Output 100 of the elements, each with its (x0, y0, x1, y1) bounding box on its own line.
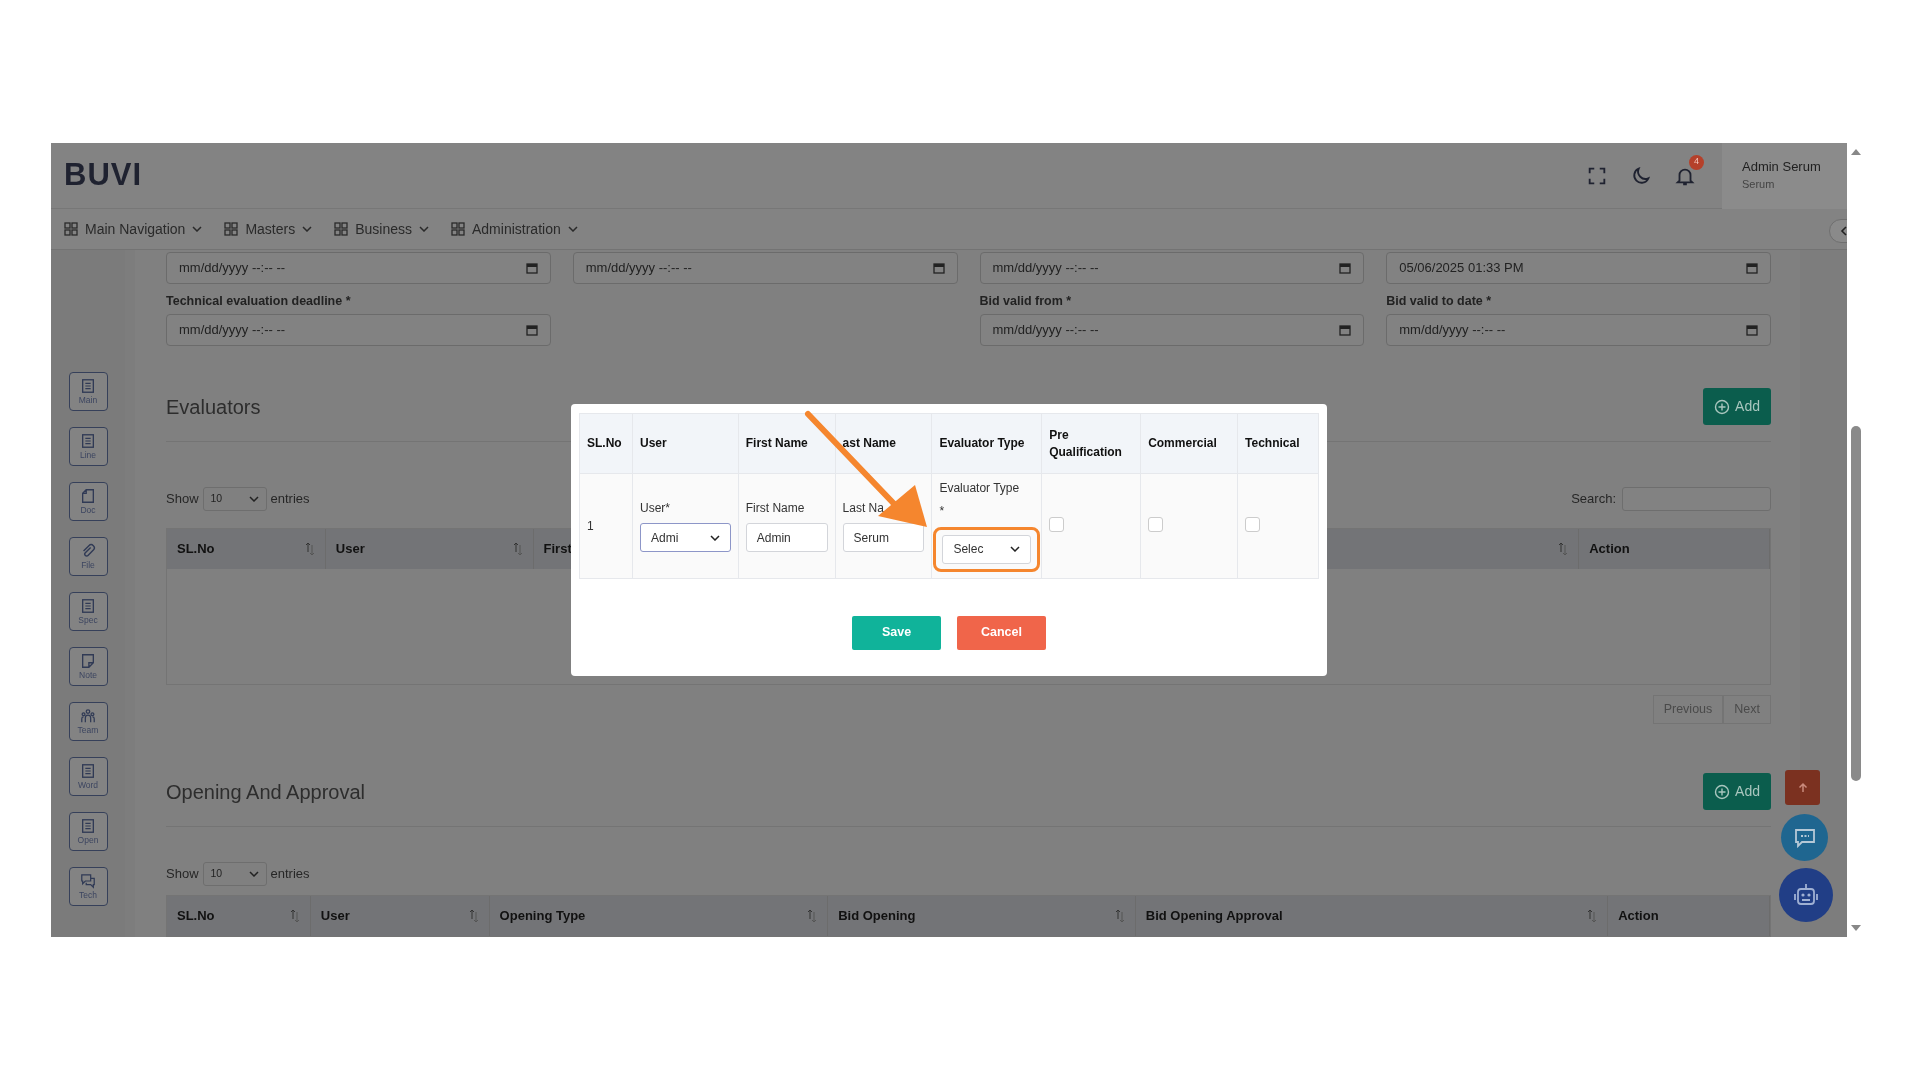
cancel-button[interactable]: Cancel (957, 615, 1046, 650)
field-label: Last Na (842, 499, 885, 517)
calendar-icon (525, 324, 538, 336)
chat-icon (80, 873, 96, 890)
select-field[interactable]: Admi (639, 523, 731, 553)
column-header: Commercial (1140, 413, 1238, 474)
calendar-icon (1339, 262, 1352, 274)
logo: BUVI (64, 156, 143, 195)
save-button[interactable]: Save (852, 615, 941, 650)
entries-select[interactable]: 10 (202, 862, 267, 886)
nav-menu-item[interactable]: Masters (224, 218, 313, 240)
field-label: User* (639, 499, 671, 517)
sort-icon (304, 542, 315, 556)
add-button[interactable]: Add (1703, 388, 1771, 425)
sort-icon (289, 909, 300, 923)
chevron-down-icon (192, 226, 203, 232)
note-icon (80, 653, 96, 670)
column-header: Pre Qualification (1041, 413, 1141, 474)
sidebar-button[interactable]: Spec (68, 592, 108, 631)
sidebar-button[interactable]: Tech (68, 867, 108, 906)
sidebar-button[interactable]: File (68, 537, 108, 576)
document-icon (80, 818, 96, 835)
column-header: Evaluator Type (931, 413, 1042, 474)
search-label: Search: (1571, 490, 1616, 509)
column-header[interactable]: Bid Opening Approval (1135, 896, 1609, 936)
column-header[interactable]: SL.No (167, 529, 326, 569)
nav-menu-item[interactable]: Administration (451, 218, 578, 240)
document-icon (80, 598, 96, 615)
sort-icon (512, 542, 523, 556)
chevron-down-icon (419, 226, 429, 232)
document-icon (80, 433, 96, 450)
chevron-down-icon (1010, 546, 1021, 553)
date-field[interactable]: mm/dd/yyyy --:-- -- (572, 252, 958, 284)
moon-icon[interactable] (1630, 164, 1652, 187)
table-cell: 1 (579, 473, 633, 579)
sidebar-button[interactable]: Main (68, 372, 108, 411)
select-field[interactable]: Selec (942, 534, 1032, 564)
plus-circle-icon (1714, 398, 1731, 415)
scroll-top-button[interactable] (1785, 770, 1820, 805)
chevron-down-icon (709, 534, 720, 541)
column-header: ast Name (835, 413, 932, 474)
chevron-down-icon (302, 226, 313, 232)
input-field[interactable]: Admin (745, 523, 828, 553)
sidebar-button[interactable]: Word (68, 757, 108, 796)
calendar-icon (1339, 324, 1352, 336)
column-header: SL.No (579, 413, 633, 474)
sort-icon (468, 909, 479, 923)
column-header[interactable]: User (310, 896, 490, 936)
column-header: First Name (738, 413, 836, 474)
entries-select[interactable]: 10 (202, 487, 267, 511)
document-icon (80, 378, 96, 395)
chat-icon (1793, 827, 1816, 848)
section-title: Evaluators (166, 394, 261, 420)
grid-icon (334, 222, 349, 236)
grid-icon (64, 222, 78, 236)
sidebar-button[interactable]: Team (68, 702, 108, 741)
checkbox[interactable] (1148, 516, 1164, 532)
show-label: Show (166, 490, 199, 509)
required-mark: * (939, 503, 946, 521)
column-header: User (632, 413, 739, 474)
chevron-down-icon (248, 496, 259, 502)
sidebar-button[interactable]: Note (68, 647, 108, 686)
nav-menu-item[interactable]: Business (334, 218, 429, 240)
grid-icon (451, 222, 465, 236)
input-field[interactable]: Serum (842, 523, 925, 553)
sort-icon (1587, 909, 1598, 923)
date-field[interactable]: 05/06/2025 01:33 PM (1386, 252, 1771, 284)
section-title: Opening And Approval (166, 779, 366, 805)
column-header[interactable]: Bid Opening (828, 896, 1136, 936)
checkbox[interactable] (1245, 516, 1261, 532)
entries-label: entries (270, 490, 310, 509)
calendar-icon (932, 262, 945, 274)
date-field[interactable]: mm/dd/yyyy --:-- -- (979, 252, 1365, 284)
add-button[interactable]: Add (1703, 773, 1771, 810)
sidebar-button[interactable]: Open (68, 812, 108, 851)
column-header[interactable]: User (325, 529, 534, 569)
field-label: Evaluator Type (939, 480, 1021, 497)
team-icon (80, 708, 96, 725)
user-role: Serum (1742, 177, 1776, 192)
date-field[interactable]: mm/dd/yyyy --:-- -- (1386, 314, 1771, 346)
column-header[interactable]: Opening Type (489, 896, 829, 936)
nav-menu-item[interactable]: Main Navigation (64, 218, 203, 240)
bot-button[interactable] (1779, 868, 1833, 922)
sort-icon (1558, 542, 1569, 556)
calendar-icon (1746, 262, 1758, 274)
entries-label: entries (270, 865, 310, 884)
column-header[interactable]: SL.No (167, 896, 311, 936)
robot-icon (1792, 882, 1820, 908)
sidebar-button[interactable]: Line (68, 427, 108, 466)
field-label: First Name (745, 499, 806, 517)
date-field[interactable]: mm/dd/yyyy --:-- -- (166, 252, 551, 284)
checkbox[interactable] (1049, 516, 1065, 532)
user-name[interactable]: Admin Serum (1742, 156, 1847, 176)
date-field[interactable]: mm/dd/yyyy --:-- -- (979, 314, 1365, 346)
date-field[interactable]: mm/dd/yyyy --:-- -- (166, 314, 551, 346)
calendar-icon (525, 262, 538, 274)
column-header: Action (1579, 529, 1770, 569)
sort-icon (807, 909, 818, 923)
show-label: Show (166, 865, 199, 884)
sidebar-button[interactable]: Doc (68, 482, 108, 521)
